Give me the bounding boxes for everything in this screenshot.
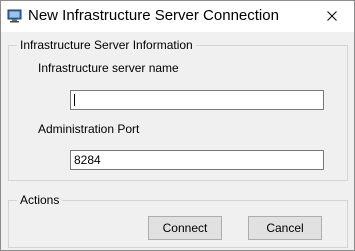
connect-button[interactable]: Connect: [148, 216, 222, 240]
port-input[interactable]: 8284: [70, 150, 324, 170]
close-button[interactable]: [310, 1, 354, 32]
dialog-window: New Infrastructure Server Connection Inf…: [0, 0, 355, 251]
text-caret: [74, 94, 75, 106]
cancel-button[interactable]: Cancel: [248, 216, 322, 240]
server-info-legend: Infrastructure Server Information: [17, 38, 196, 52]
port-value: 8284: [74, 153, 101, 167]
server-connection-icon: [7, 8, 23, 24]
actions-group: Actions Connect Cancel: [8, 193, 348, 248]
close-icon: [327, 10, 337, 24]
server-info-group: Infrastructure Server Information Infras…: [8, 38, 348, 181]
dialog-title: New Infrastructure Server Connection: [28, 7, 279, 24]
actions-legend: Actions: [17, 193, 63, 207]
port-label: Administration Port: [38, 122, 140, 136]
server-name-label: Infrastructure server name: [38, 61, 179, 75]
server-name-input[interactable]: [70, 90, 324, 110]
title-bar[interactable]: New Infrastructure Server Connection: [1, 1, 354, 32]
